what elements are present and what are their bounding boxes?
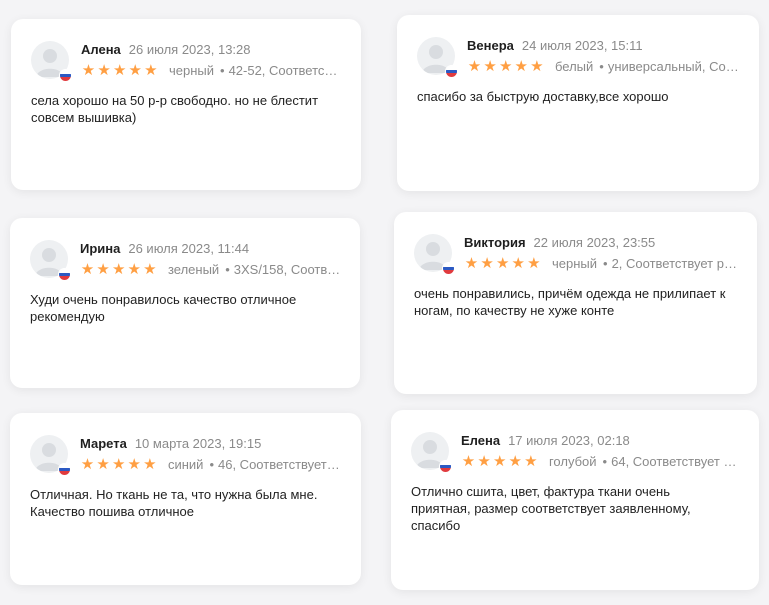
review-text: села хорошо на 50 р-р свободно. но не бл… (31, 93, 319, 125)
review-header: Венера 24 июля 2023, 15:11 ★ ★ ★ ★ ★ белый • уни… (417, 37, 741, 79)
star-icon: ★ (143, 261, 157, 278)
variant-color: черный (168, 63, 214, 78)
rating-stars: ★ ★ ★ ★ ★ (467, 58, 545, 76)
variant-details: 3XS/158, Соответст... (233, 262, 342, 277)
star-icon: ★ (80, 261, 95, 278)
star-icon: ★ (96, 261, 110, 278)
variant-color: зеленый (167, 262, 220, 277)
review-header: Елена 17 июля 2023, 02:18 ★ ★ ★ ★ ★ голубой • 64… (411, 432, 741, 474)
star-icon: ★ (80, 456, 95, 473)
star-icon: ★ (112, 62, 127, 79)
variant-color: синий (167, 457, 204, 472)
star-icon: ★ (530, 58, 544, 75)
review-card: Виктория 22 июля 2023, 23:55 ★ ★ ★ ★ ★ черный •… (394, 212, 757, 394)
star-icon: ★ (467, 58, 482, 75)
review-date: 26 июля 2023, 13:28 (128, 42, 251, 57)
star-icon: ★ (495, 255, 510, 272)
review-text: Отличная. Но ткань не та, что нужна была… (30, 487, 318, 519)
star-icon: ★ (127, 261, 141, 278)
star-icon: ★ (144, 62, 158, 79)
variant-details: 46, Соответствует раз... (218, 457, 343, 472)
review-header: Ирина 26 июля 2023, 11:44 ★ ★ ★ ★ ★ зеленый • 3X… (30, 240, 342, 282)
review-text: Худи очень понравилось качество отличное… (30, 292, 297, 324)
star-icon: ★ (111, 456, 126, 473)
review-meta: ★ ★ ★ ★ ★ черный • 2, Соответствует ра... (464, 255, 739, 273)
russia-flag-icon (58, 463, 71, 476)
rating-stars: ★ ★ ★ ★ ★ (80, 456, 158, 474)
star-icon: ★ (498, 58, 513, 75)
review-text: очень понравились, причём одежда не прил… (414, 286, 726, 318)
russia-flag-icon (445, 65, 458, 78)
review-card: Ирина 26 июля 2023, 11:44 ★ ★ ★ ★ ★ зеленый • 3X… (10, 218, 360, 388)
review-author: Марета (80, 436, 127, 451)
star-icon: ★ (480, 255, 494, 272)
review-date: 22 июля 2023, 23:55 (533, 235, 656, 250)
review-text: спасибо за быструю доставку,все хорошо (417, 89, 669, 104)
review-text: Отлично сшита, цвет, фактура ткани очень… (411, 484, 691, 533)
review-header: Алена 26 июля 2023, 13:28 ★ ★ ★ ★ ★ черный • 42-… (31, 41, 343, 83)
review-author: Венера (467, 38, 514, 53)
star-icon: ★ (492, 453, 507, 470)
star-icon: ★ (524, 453, 538, 470)
russia-flag-icon (439, 460, 452, 473)
rating-stars: ★ ★ ★ ★ ★ (81, 62, 159, 80)
rating-stars: ★ ★ ★ ★ ★ (464, 255, 542, 273)
review-meta: ★ ★ ★ ★ ★ белый • универсальный, Соот... (467, 58, 741, 76)
russia-flag-icon (59, 69, 72, 82)
variant-details: 2, Соответствует ра... (611, 256, 739, 271)
rating-stars: ★ ★ ★ ★ ★ (461, 453, 539, 471)
review-meta: ★ ★ ★ ★ ★ голубой • 64, Соответствует р... (461, 453, 741, 471)
review-author: Елена (461, 433, 501, 448)
variant-details: 42-52, Соответствуе... (228, 63, 343, 78)
review-card: Елена 17 июля 2023, 02:18 ★ ★ ★ ★ ★ голубой • 64… (391, 410, 759, 590)
review-meta: ★★★★★черный•42-52, Соответствуе... (81, 62, 343, 80)
variant-details: 64, Соответствует р... (611, 454, 741, 469)
russia-flag-icon (442, 262, 455, 275)
star-icon: ★ (508, 453, 522, 470)
review-card: Алена 26 июля 2023, 13:28 ★ ★ ★ ★ ★ черный • 42-… (11, 19, 361, 190)
review-card: Венера 24 июля 2023, 15:11 ★ ★ ★ ★ ★ белый • уни… (397, 15, 759, 191)
variant-details: универсальный, Соот... (607, 59, 741, 74)
star-icon: ★ (127, 456, 141, 473)
review-date: 17 июля 2023, 02:18 (508, 433, 630, 448)
variant-color: черный (551, 256, 597, 271)
star-icon: ★ (527, 255, 541, 272)
russia-flag-icon (58, 268, 71, 281)
star-icon: ★ (81, 62, 96, 79)
review-header: Виктория 22 июля 2023, 23:55 ★ ★ ★ ★ ★ черный •… (414, 234, 739, 276)
review-header: Марета 10 марта 2023, 19:15 ★ ★ ★ ★ ★ синий • 46… (30, 435, 343, 477)
star-icon: ★ (477, 453, 491, 470)
review-author: Алена (81, 42, 121, 57)
review-card: Марета 10 марта 2023, 19:15 ★ ★ ★ ★ ★ синий • 46… (10, 413, 361, 585)
review-date: 24 июля 2023, 15:11 (521, 38, 643, 53)
star-icon: ★ (128, 62, 142, 79)
review-meta: ★★★★★синий•46, Соответствует раз... (80, 456, 343, 474)
review-meta: ★★★★★зеленый•3XS/158, Соответст... (80, 261, 342, 279)
review-author: Виктория (464, 235, 526, 250)
star-icon: ★ (143, 456, 157, 473)
variant-color: голубой (548, 454, 597, 469)
review-date: 10 марта 2023, 19:15 (134, 436, 262, 451)
star-icon: ★ (514, 58, 528, 75)
variant-color: белый (554, 59, 594, 74)
star-icon: ★ (464, 255, 479, 272)
star-icon: ★ (511, 255, 525, 272)
star-icon: ★ (111, 261, 126, 278)
reviews-grid: Алена 26 июля 2023, 13:28 ★ ★ ★ ★ ★ черный • 42-… (0, 0, 769, 605)
star-icon: ★ (97, 62, 111, 79)
review-author: Ирина (80, 241, 121, 256)
star-icon: ★ (96, 456, 110, 473)
rating-stars: ★ ★ ★ ★ ★ (80, 261, 158, 279)
review-date: 26 июля 2023, 11:44 (128, 241, 250, 256)
star-icon: ★ (483, 58, 497, 75)
star-icon: ★ (461, 453, 476, 470)
